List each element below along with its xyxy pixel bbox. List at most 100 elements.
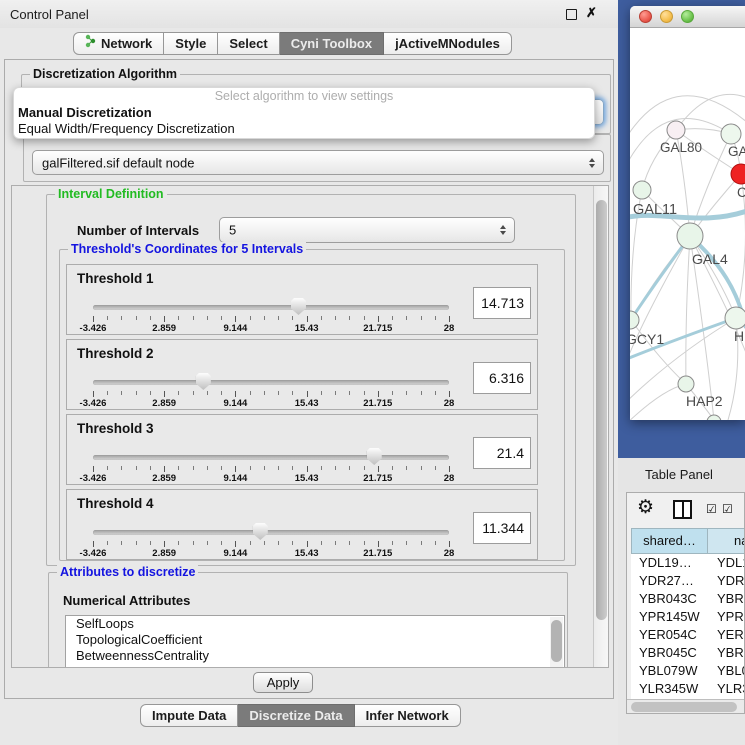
attribute-list-item[interactable]: TopologicalCoefficient [66,632,564,648]
slider-track[interactable] [93,530,449,535]
threshold-slider[interactable] [93,523,449,541]
tick-mark [107,391,108,395]
attribute-list-item[interactable]: SelfLoops [66,616,564,632]
cell-name: YBR0 [717,644,745,662]
tab-select[interactable]: Select [218,32,279,55]
tick-mark [164,541,165,547]
network-node[interactable] [725,307,745,329]
tick-mark [307,541,308,547]
threshold-slider[interactable] [93,448,449,466]
tab-discretize-data[interactable]: Discretize Data [238,704,354,727]
tick-label: 15.43 [295,473,319,484]
network-node[interactable] [707,415,721,420]
bottom-tab-bar: Impute Data Discretize Data Infer Networ… [140,704,461,727]
slider-thumb[interactable] [367,448,382,465]
combo-value: 5 [229,223,236,238]
tick-mark [378,541,379,547]
threshold-value-field[interactable]: 6.316 [473,362,531,394]
network-node[interactable] [630,311,639,329]
network-node[interactable] [667,121,685,139]
tick-mark [264,541,265,545]
tab-label: Network [101,33,152,54]
mac-minimize-icon[interactable] [660,10,673,23]
column-header-shared-name[interactable]: shared… [631,528,708,554]
threshold-slider[interactable] [93,373,449,391]
tick-mark [292,541,293,545]
table-row[interactable]: YLR345WYLR3 [631,680,745,698]
panel-scrollbar-thumb[interactable] [596,200,607,620]
threshold-value-field[interactable]: 14.713 [473,287,531,319]
table-row[interactable]: YBL079WYBL0 [631,662,745,680]
tick-mark [150,541,151,545]
apply-button[interactable]: Apply [253,672,313,693]
threshold-slider[interactable] [93,298,449,316]
table-rows: YDL19…YDL1YDR27…YDR2YBR043CYBR0YPR145WYP… [631,554,745,704]
list-scrollbar-thumb[interactable] [551,620,562,662]
number-of-intervals-combobox[interactable]: 5 [219,217,515,243]
threshold-value-field[interactable]: 21.4 [473,437,531,469]
slider-ticks: -3.4262.8599.14415.4321.71528 [93,541,449,559]
checkbox-icon[interactable]: ☑ [706,502,717,516]
table-data-combobox[interactable]: galFiltered.sif default node [32,150,604,175]
dropdown-option-equal-width[interactable]: Equal Width/Frequency Discretization [14,121,594,137]
network-node[interactable] [678,376,694,392]
close-icon[interactable]: ✗ [586,5,600,21]
tick-mark [235,316,236,322]
network-view-window[interactable]: GAL80 GA C GAL11 GAL4 GCY1 H HAP2 [630,6,745,420]
tab-impute-data[interactable]: Impute Data [140,704,238,727]
network-node[interactable] [721,124,741,144]
network-window-titlebar[interactable] [630,6,745,28]
panel-scrollbar[interactable] [593,186,608,667]
table-row[interactable]: YDL19…YDL1 [631,554,745,572]
tick-mark [435,316,436,320]
tab-infer-network[interactable]: Infer Network [355,704,461,727]
tick-mark [364,541,365,545]
attribute-list-item[interactable]: BetweennessCentrality [66,648,564,664]
table-scrollbar-thumb[interactable] [631,702,737,712]
tick-mark [93,391,94,397]
gear-icon[interactable]: ⚙ [637,496,654,519]
tick-mark [392,541,393,545]
tab-jactivemnodules[interactable]: jActiveMNodules [384,32,512,55]
tick-label: 9.144 [224,323,248,334]
slider-track[interactable] [93,455,449,460]
numerical-attributes-list[interactable]: SelfLoopsTopologicalCoefficientBetweenne… [65,615,565,668]
column-header-name[interactable]: na [707,528,745,554]
slider-thumb[interactable] [253,523,268,540]
tick-mark [392,391,393,395]
network-node-selected[interactable] [731,164,745,184]
network-canvas[interactable]: GAL80 GA C GAL11 GAL4 GCY1 H HAP2 [630,28,745,420]
slider-thumb[interactable] [196,373,211,390]
tab-style[interactable]: Style [164,32,218,55]
split-columns-icon[interactable] [673,500,692,519]
list-scrollbar[interactable] [550,617,563,668]
tick-mark [364,391,365,395]
table-row[interactable]: YBR043CYBR0 [631,590,745,608]
tick-mark [421,316,422,320]
tick-label: 28 [444,548,455,559]
network-desktop: GAL80 GA C GAL11 GAL4 GCY1 H HAP2 [618,0,745,458]
table-row[interactable]: YBR045CYBR0 [631,644,745,662]
table-row[interactable]: YPR145WYPR1 [631,608,745,626]
network-node[interactable] [677,223,703,249]
checkbox-icon[interactable]: ☑ [722,502,733,516]
mac-zoom-icon[interactable] [681,10,694,23]
slider-thumb[interactable] [291,298,306,315]
table-horizontal-scrollbar[interactable] [627,699,745,713]
dropdown-option-manual[interactable]: Manual Discretization [14,105,594,121]
slider-track[interactable] [93,380,449,385]
dropdown-prompt-item[interactable]: Select algorithm to view settings [14,88,594,105]
slider-track[interactable] [93,305,449,310]
node-label: H [734,328,744,344]
float-window-icon[interactable] [566,9,577,20]
cell-shared-name: YBR043C [639,590,697,608]
tab-network[interactable]: Network [73,32,164,55]
mac-close-icon[interactable] [639,10,652,23]
threshold-value-field[interactable]: 11.344 [473,512,531,544]
tab-cyni-toolbox[interactable]: Cyni Toolbox [280,32,384,55]
network-node[interactable] [633,181,651,199]
table-row[interactable]: YDR27…YDR2 [631,572,745,590]
table-row[interactable]: YER054CYER0 [631,626,745,644]
tick-label: 2.859 [152,398,176,409]
tick-mark [121,466,122,470]
